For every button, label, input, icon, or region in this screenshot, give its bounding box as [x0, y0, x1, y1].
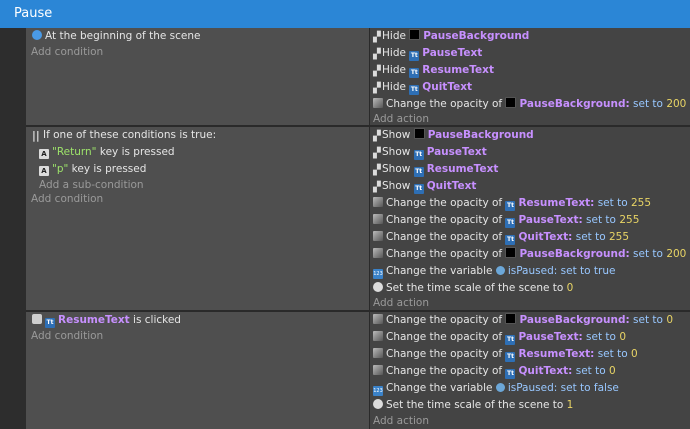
- keyboard-icon: A: [39, 149, 49, 159]
- action-row[interactable]: Change the opacity of Tt ResumeText: set …: [373, 195, 651, 211]
- text-object-icon: Tt: [409, 85, 420, 95]
- action-row[interactable]: ▞Hide Tt ResumeText: [373, 62, 494, 78]
- conditions-panel[interactable]: || If one of these conditions is true: A "…: [26, 127, 370, 310]
- action-row[interactable]: ▞Show Tt QuitText: [373, 178, 476, 194]
- action-row[interactable]: ▞Hide Tt PauseText: [373, 45, 482, 61]
- show-icon: ▞: [373, 131, 381, 142]
- sprite-icon: [505, 313, 517, 324]
- sub-condition-row[interactable]: A "Return" key is pressed: [39, 144, 175, 160]
- action-row[interactable]: Change the opacity of Tt ResumeText: set …: [373, 346, 638, 362]
- action-row[interactable]: Change the opacity of Tt QuitText: set to…: [373, 229, 629, 245]
- action-row[interactable]: 123 Change the variable isPaused: set to …: [373, 263, 615, 279]
- actions-panel[interactable]: ▞Hide PauseBackground ▞Hide Tt PauseText …: [370, 28, 690, 125]
- add-condition-link[interactable]: Add condition: [31, 328, 103, 344]
- action-row[interactable]: Change the opacity of Tt QuitText: set to…: [373, 363, 616, 379]
- event-2[interactable]: || If one of these conditions is true: A "…: [26, 127, 690, 310]
- text-object-icon: Tt: [505, 352, 516, 362]
- text-object-icon: Tt: [505, 201, 516, 211]
- action-row[interactable]: 123 Change the variable isPaused: set to …: [373, 380, 619, 396]
- scene-variable-icon: [495, 266, 505, 275]
- group-header[interactable]: Pause: [0, 0, 690, 28]
- action-row[interactable]: ▞Hide PauseBackground: [373, 28, 529, 44]
- condition-text: At the beginning of the scene: [45, 30, 201, 42]
- opacity-icon: [373, 365, 383, 375]
- actions-panel[interactable]: Change the opacity of PauseBackground: s…: [370, 312, 690, 429]
- mouse-icon: [32, 314, 42, 324]
- text-object-icon: Tt: [413, 150, 424, 160]
- add-action-link[interactable]: Add action: [373, 413, 429, 429]
- object-name: PauseBackground: [423, 30, 530, 42]
- hide-icon: ▞: [373, 32, 381, 43]
- action-row[interactable]: ▞Hide Tt QuitText: [373, 79, 472, 95]
- action-row[interactable]: ▞Show Tt PauseText: [373, 144, 487, 160]
- conditions-panel[interactable]: At the beginning of the scene Add condit…: [26, 28, 370, 125]
- conditions-panel[interactable]: Tt ResumeText is clicked Add condition: [26, 312, 370, 429]
- text-object-icon: Tt: [413, 184, 424, 194]
- text-object-icon: Tt: [505, 218, 516, 228]
- action-row[interactable]: ▞Show PauseBackground: [373, 127, 534, 143]
- show-icon: ▞: [373, 182, 381, 193]
- action-row[interactable]: Change the opacity of Tt PauseText: set t…: [373, 329, 626, 345]
- action-row[interactable]: Change the opacity of PauseBackground: s…: [373, 96, 686, 112]
- condition-row[interactable]: || If one of these conditions is true:: [32, 127, 216, 143]
- opacity-icon: [373, 314, 383, 324]
- text-object-icon: Tt: [505, 369, 516, 379]
- text-object-icon: Tt: [505, 235, 516, 245]
- variable-icon: 123: [373, 269, 383, 279]
- object-name: ResumeText: [422, 64, 494, 76]
- show-icon: ▞: [373, 148, 381, 159]
- action-row[interactable]: Set the time scale of the scene to 1: [373, 397, 573, 413]
- show-icon: ▞: [373, 165, 381, 176]
- hide-icon: ▞: [373, 83, 381, 94]
- add-condition-link[interactable]: Add condition: [31, 44, 103, 60]
- add-condition-link[interactable]: Add condition: [31, 191, 103, 207]
- actions-panel[interactable]: ▞Show PauseBackground ▞Show Tt PauseText …: [370, 127, 690, 310]
- group-title: Pause: [14, 6, 53, 21]
- scene-variable-icon: [495, 383, 505, 392]
- or-icon: ||: [32, 130, 40, 142]
- action-row[interactable]: Change the opacity of PauseBackground: s…: [373, 312, 673, 328]
- object-name: PauseText: [422, 47, 483, 59]
- opacity-icon: [373, 214, 383, 224]
- action-row[interactable]: Change the opacity of Tt PauseText: set t…: [373, 212, 639, 228]
- events-gutter: [0, 28, 26, 429]
- sprite-icon: [409, 29, 421, 40]
- action-row[interactable]: Set the time scale of the scene to 0: [373, 280, 573, 296]
- variable-icon: 123: [373, 386, 383, 396]
- opacity-icon: [373, 98, 383, 108]
- sprite-icon: [505, 247, 517, 258]
- text-object-icon: Tt: [413, 167, 424, 177]
- add-action-link[interactable]: Add action: [373, 295, 429, 311]
- clock-icon: [373, 399, 383, 409]
- opacity-icon: [373, 331, 383, 341]
- keyboard-icon: A: [39, 166, 49, 176]
- opacity-icon: [373, 197, 383, 207]
- text-object-icon: Tt: [409, 51, 420, 61]
- event-1[interactable]: At the beginning of the scene Add condit…: [26, 28, 690, 125]
- text-object-icon: Tt: [409, 68, 420, 78]
- clock-icon: [373, 282, 383, 292]
- event-3[interactable]: Tt ResumeText is clicked Add condition Ch…: [26, 312, 690, 429]
- sprite-icon: [505, 97, 517, 108]
- sprite-icon: [413, 128, 425, 139]
- object-name: QuitText: [422, 81, 472, 93]
- hide-icon: ▞: [373, 49, 381, 60]
- events-sheet: At the beginning of the scene Add condit…: [26, 28, 690, 429]
- sub-condition-row[interactable]: A "p" key is pressed: [39, 161, 146, 177]
- hide-icon: ▞: [373, 66, 381, 77]
- text-object-icon: Tt: [505, 335, 516, 345]
- condition-row[interactable]: At the beginning of the scene: [32, 28, 200, 44]
- condition-row[interactable]: Tt ResumeText is clicked: [32, 312, 181, 328]
- scene-start-icon: [32, 30, 42, 40]
- opacity-icon: [373, 231, 383, 241]
- opacity-icon: [373, 248, 383, 258]
- action-row[interactable]: ▞Show Tt ResumeText: [373, 161, 498, 177]
- opacity-icon: [373, 348, 383, 358]
- text-object-icon: Tt: [45, 318, 55, 328]
- action-row[interactable]: Change the opacity of PauseBackground: s…: [373, 246, 686, 262]
